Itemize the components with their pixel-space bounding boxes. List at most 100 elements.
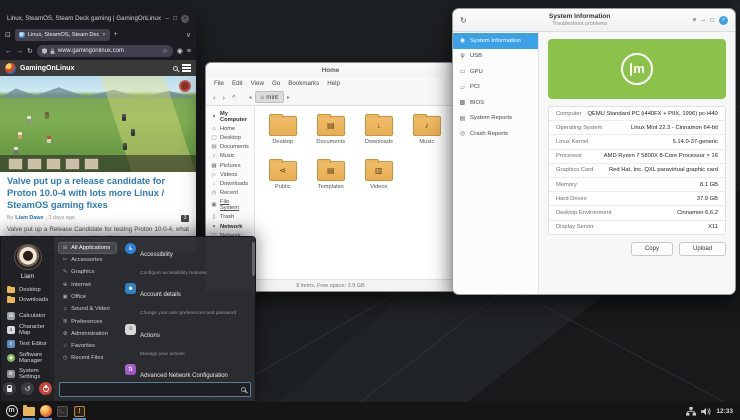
shutdown-button[interactable] [39,382,52,395]
sidebar-section-network[interactable]: ▾Network [206,222,254,231]
sidebar-item-desktop[interactable]: ▢Desktop [206,133,254,142]
article-headline[interactable]: Valve put up a release candidate for Pro… [7,176,189,212]
menu-help[interactable]: Help [327,80,340,87]
article-image[interactable] [0,76,196,172]
active-tab[interactable]: Linux, SteamOS, Steam Dec × [15,29,110,41]
sidebar-item-trash[interactable]: ▯Trash [206,213,254,222]
folder-documents[interactable]: ▤Documents [307,116,355,145]
account-icon[interactable]: ◉ [177,47,183,55]
menu-file[interactable]: File [214,80,224,87]
crumb-right-icon[interactable]: ▸ [285,94,292,101]
refresh-icon[interactable]: ↻ [460,16,467,25]
menu-fav-calculator[interactable]: ⊞Calculator [1,310,54,322]
menu-bookmarks[interactable]: Bookmarks [288,80,319,87]
nav-gpu[interactable]: ▭GPU [453,64,538,80]
app-advanced-network[interactable]: ⇅Advanced Network ConfigurationManage an… [124,362,248,380]
app-account-details[interactable]: ☻Account detailsChange your user prefere… [124,281,248,320]
article-author[interactable]: Liam Dawe [15,215,43,221]
category-all-applications[interactable]: ⊞All Applications [58,242,117,254]
menu-fav-software[interactable]: ◆Software Manager [1,350,54,366]
menu-go[interactable]: Go [272,80,280,87]
lock-icon[interactable] [50,48,55,54]
forward-button[interactable]: → [16,48,23,55]
network-icon[interactable] [686,407,696,416]
maximize-button[interactable]: □ [710,17,714,24]
app-accessibility[interactable]: ♿AccessibilityConfigure accessibility fe… [124,241,248,280]
category-sound-video[interactable]: ♫Sound & Video [58,303,117,315]
close-button[interactable]: × [719,16,728,25]
nav-pci[interactable]: ▱PCI [453,80,538,96]
site-brand[interactable]: GamingOnLinux [20,65,169,72]
nav-system-reports[interactable]: ▤System Reports [453,111,538,127]
minimize-button[interactable]: – [165,15,169,22]
menu-fav-texteditor[interactable]: ≡Text Editor [1,338,54,350]
sidebar-item-home[interactable]: ⌂Home [206,124,254,133]
menu-fav-charmap[interactable]: aCharacter Map [1,322,54,338]
task-firefox[interactable] [37,402,54,420]
nav-system-information[interactable]: ◉System Information [453,33,538,49]
folder-templates[interactable]: ▤Templates [307,161,355,190]
menu-button[interactable]: m [3,402,20,420]
category-internet[interactable]: ⊕Internet [58,279,117,291]
system-info-titlebar[interactable]: ↻ System Information Troubleshoot proble… [453,9,735,32]
clock[interactable]: 12:33 [716,408,733,415]
hamburger-icon[interactable] [182,64,191,72]
menu-search[interactable] [59,382,250,397]
close-button[interactable]: × [181,15,189,23]
menu-view[interactable]: View [251,80,264,87]
back-button[interactable]: ← [5,48,12,55]
comment-count-badge[interactable]: 3 [181,215,189,222]
task-terminal[interactable]: ›_ [54,402,71,420]
sidebar-item-documents[interactable]: ▤Documents [206,143,254,152]
category-accessories[interactable]: ✂Accessories [58,254,117,266]
shield-icon[interactable] [42,48,47,54]
nav-back-button[interactable]: ‹ [213,93,216,102]
firefox-view-icon[interactable]: ⊡ [5,31,11,39]
sidebar-item-pictures[interactable]: ▦Pictures [206,161,254,170]
category-favorites[interactable]: ☆Favorites [58,340,117,352]
lock-button[interactable] [3,382,16,395]
hamburger-menu-icon[interactable]: ≡ [693,17,697,24]
category-administration[interactable]: ⚙Administration [58,328,117,340]
sidebar-item-downloads[interactable]: ↓Downloads [206,179,254,188]
tab-close-icon[interactable]: × [102,32,105,38]
app-actions[interactable]: ≡ActionsManage your actions [124,322,248,361]
bookmark-star-icon[interactable]: ☆ [162,47,168,55]
folder-desktop[interactable]: Desktop [259,116,307,145]
upload-button[interactable]: Upload [679,242,726,256]
category-graphics[interactable]: ✎Graphics [58,267,117,279]
task-files[interactable] [20,402,37,420]
tab-list-button[interactable]: ∨ [186,31,191,39]
sidebar-item-filesystem[interactable]: ▣File System [206,198,254,213]
url-bar[interactable]: www.gamingonlinux.com ☆ [37,45,173,57]
sidebar-item-recent[interactable]: ◷Recent [206,189,254,198]
minimize-button[interactable]: – [701,17,705,24]
site-logo-icon[interactable] [5,63,16,74]
folder-videos[interactable]: ▥Videos [355,161,403,190]
logout-button[interactable]: ↺ [21,382,34,395]
crumb-left-icon[interactable]: ◂ [247,94,254,101]
folder-downloads[interactable]: ↓Downloads [355,116,403,145]
volume-icon[interactable] [701,407,711,416]
category-preferences[interactable]: ≣Preferences [58,316,117,328]
file-manager-titlebar[interactable]: Home [206,63,455,77]
menu-place-downloads[interactable]: Downloads [1,295,54,305]
sidebar-item-videos[interactable]: ▷Videos [206,170,254,179]
new-tab-button[interactable]: + [114,31,118,38]
task-system-info[interactable]: ! [71,402,88,420]
menu-search-input[interactable] [64,387,240,393]
menu-edit[interactable]: Edit [232,80,243,87]
reload-button[interactable]: ↻ [27,47,33,55]
nav-forward-button[interactable]: › [223,93,226,102]
menu-fav-settings[interactable]: ⚙System Settings [1,366,54,382]
sidebar-section-computer[interactable]: ▾My Computer [206,109,254,124]
folder-public[interactable]: ⋖Public [259,161,307,190]
nav-usb[interactable]: ψUSB [453,49,538,65]
search-icon[interactable] [173,66,178,71]
menu-place-desktop[interactable]: Desktop [1,285,54,295]
copy-button[interactable]: Copy [631,242,673,256]
nav-bios[interactable]: ▩BIOS [453,95,538,111]
sidebar-item-music[interactable]: ♪Music [206,152,254,161]
breadcrumb[interactable]: ⌂ mint [255,91,284,103]
folder-music[interactable]: ♪Music [403,116,451,145]
